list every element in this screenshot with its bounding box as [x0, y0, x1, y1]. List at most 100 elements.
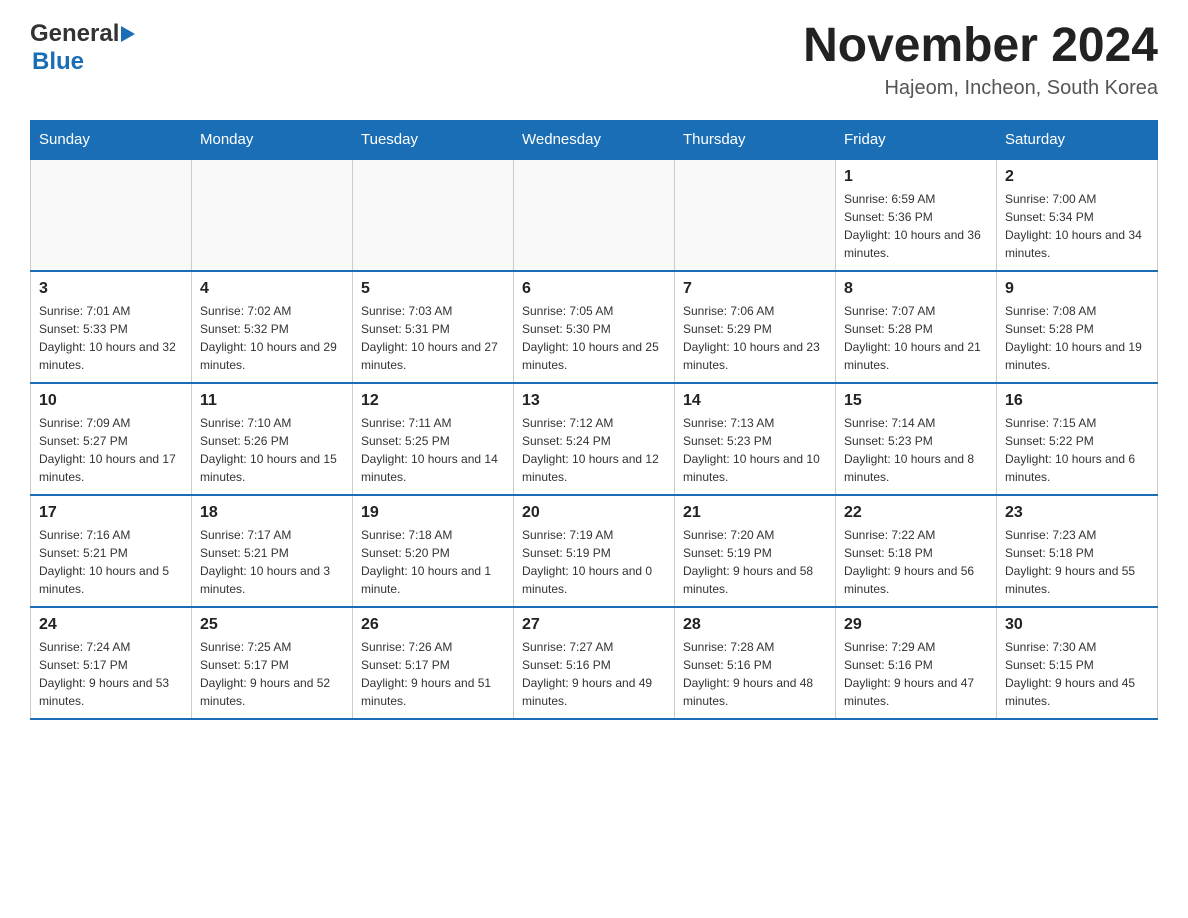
page-header: General Blue November 2024 Hajeom, Inche… [30, 20, 1158, 100]
day-number: 11 [200, 392, 344, 410]
calendar-day-header: Saturday [997, 120, 1158, 159]
calendar-day-header: Sunday [31, 120, 192, 159]
day-number: 24 [39, 616, 183, 634]
calendar-day-cell: 12Sunrise: 7:11 AMSunset: 5:25 PMDayligh… [353, 383, 514, 495]
day-info: Sunrise: 7:30 AMSunset: 5:15 PMDaylight:… [1005, 638, 1149, 710]
calendar-day-cell: 19 Sunrise: 7:18 AMSunset: 5:20 PMDayligh… [353, 495, 514, 607]
calendar-day-cell: 14Sunrise: 7:13 AMSunset: 5:23 PMDayligh… [675, 383, 836, 495]
day-number: 19 [361, 504, 505, 522]
day-number: 27 [522, 616, 666, 634]
day-info: Sunrise: 6:59 AMSunset: 5:36 PMDaylight:… [844, 190, 988, 262]
calendar-day-cell: 10 Sunrise: 7:09 AMSunset: 5:27 PMDayligh… [31, 383, 192, 495]
calendar-day-cell: 2 Sunrise: 7:00 AMSunset: 5:34 PMDaylight… [997, 159, 1158, 271]
calendar-day-cell: 6 Sunrise: 7:05 AMSunset: 5:30 PMDaylight… [514, 271, 675, 383]
day-number: 25 [200, 616, 344, 634]
calendar-day-cell: 25 Sunrise: 7:25 AMSunset: 5:17 PMDayligh… [192, 607, 353, 719]
day-number: 18 [200, 504, 344, 522]
day-info: Sunrise: 7:27 AMSunset: 5:16 PMDaylight:… [522, 638, 666, 710]
day-info: Sunrise: 7:22 AMSunset: 5:18 PMDaylight:… [844, 526, 988, 598]
day-info: Sunrise: 7:18 AMSunset: 5:20 PMDaylight:… [361, 526, 505, 598]
calendar-day-cell [675, 159, 836, 271]
day-info: Sunrise: 7:08 AMSunset: 5:28 PMDaylight:… [1005, 302, 1149, 374]
calendar-week-row: 3 Sunrise: 7:01 AMSunset: 5:33 PMDaylight… [31, 271, 1158, 383]
calendar-day-cell: 27 Sunrise: 7:27 AMSunset: 5:16 PMDayligh… [514, 607, 675, 719]
day-info: Sunrise: 7:01 AMSunset: 5:33 PMDaylight:… [39, 302, 183, 374]
day-number: 26 [361, 616, 505, 634]
day-info: Sunrise: 7:26 AMSunset: 5:17 PMDaylight:… [361, 638, 505, 710]
calendar-day-header: Monday [192, 120, 353, 159]
day-number: 10 [39, 392, 183, 410]
calendar-day-cell: 22 Sunrise: 7:22 AMSunset: 5:18 PMDayligh… [836, 495, 997, 607]
day-number: 2 [1005, 168, 1149, 186]
day-info: Sunrise: 7:29 AMSunset: 5:16 PMDaylight:… [844, 638, 988, 710]
calendar-day-cell: 13 Sunrise: 7:12 AMSunset: 5:24 PMDayligh… [514, 383, 675, 495]
day-info: Sunrise: 7:06 AMSunset: 5:29 PMDaylight:… [683, 302, 827, 374]
day-number: 7 [683, 280, 827, 298]
day-info: Sunrise: 7:00 AMSunset: 5:34 PMDaylight:… [1005, 190, 1149, 262]
day-number: 14 [683, 392, 827, 410]
calendar-day-cell: 24 Sunrise: 7:24 AMSunset: 5:17 PMDayligh… [31, 607, 192, 719]
location-text: Hajeom, Incheon, South Korea [803, 77, 1158, 100]
calendar-day-cell: 7 Sunrise: 7:06 AMSunset: 5:29 PMDaylight… [675, 271, 836, 383]
day-number: 9 [1005, 280, 1149, 298]
day-info: Sunrise: 7:14 AMSunset: 5:23 PMDaylight:… [844, 414, 988, 486]
calendar-day-header: Wednesday [514, 120, 675, 159]
calendar-day-cell: 21 Sunrise: 7:20 AMSunset: 5:19 PMDayligh… [675, 495, 836, 607]
day-number: 22 [844, 504, 988, 522]
calendar-day-cell: 30 Sunrise: 7:30 AMSunset: 5:15 PMDayligh… [997, 607, 1158, 719]
day-number: 17 [39, 504, 183, 522]
logo-blue-text: Blue [32, 48, 84, 75]
day-info: Sunrise: 7:15 AMSunset: 5:22 PMDaylight:… [1005, 414, 1149, 486]
day-info: Sunrise: 7:05 AMSunset: 5:30 PMDaylight:… [522, 302, 666, 374]
day-number: 1 [844, 168, 988, 186]
day-number: 6 [522, 280, 666, 298]
calendar-day-cell: 17Sunrise: 7:16 AMSunset: 5:21 PMDayligh… [31, 495, 192, 607]
day-number: 29 [844, 616, 988, 634]
day-info: Sunrise: 7:24 AMSunset: 5:17 PMDaylight:… [39, 638, 183, 710]
calendar-day-cell: 4 Sunrise: 7:02 AMSunset: 5:32 PMDaylight… [192, 271, 353, 383]
day-info: Sunrise: 7:07 AMSunset: 5:28 PMDaylight:… [844, 302, 988, 374]
calendar-table: SundayMondayTuesdayWednesdayThursdayFrid… [30, 120, 1158, 720]
calendar-day-cell [353, 159, 514, 271]
calendar-day-cell: 9 Sunrise: 7:08 AMSunset: 5:28 PMDaylight… [997, 271, 1158, 383]
calendar-day-cell: 26 Sunrise: 7:26 AMSunset: 5:17 PMDayligh… [353, 607, 514, 719]
calendar-day-cell: 5Sunrise: 7:03 AMSunset: 5:31 PMDaylight… [353, 271, 514, 383]
day-info: Sunrise: 7:02 AMSunset: 5:32 PMDaylight:… [200, 302, 344, 374]
day-info: Sunrise: 7:12 AMSunset: 5:24 PMDaylight:… [522, 414, 666, 486]
day-info: Sunrise: 7:20 AMSunset: 5:19 PMDaylight:… [683, 526, 827, 598]
logo-general-text: General [30, 20, 119, 48]
day-number: 13 [522, 392, 666, 410]
day-info: Sunrise: 7:10 AMSunset: 5:26 PMDaylight:… [200, 414, 344, 486]
day-number: 28 [683, 616, 827, 634]
day-number: 30 [1005, 616, 1149, 634]
day-number: 4 [200, 280, 344, 298]
calendar-week-row: 24 Sunrise: 7:24 AMSunset: 5:17 PMDayligh… [31, 607, 1158, 719]
day-info: Sunrise: 7:09 AMSunset: 5:27 PMDaylight:… [39, 414, 183, 486]
day-info: Sunrise: 7:11 AMSunset: 5:25 PMDaylight:… [361, 414, 505, 486]
calendar-week-row: 1 Sunrise: 6:59 AMSunset: 5:36 PMDaylight… [31, 159, 1158, 271]
calendar-day-cell: 29 Sunrise: 7:29 AMSunset: 5:16 PMDayligh… [836, 607, 997, 719]
day-info: Sunrise: 7:19 AMSunset: 5:19 PMDaylight:… [522, 526, 666, 598]
logo-arrow-icon [121, 26, 135, 42]
calendar-day-cell: 1 Sunrise: 6:59 AMSunset: 5:36 PMDaylight… [836, 159, 997, 271]
month-title: November 2024 [803, 20, 1158, 73]
day-number: 3 [39, 280, 183, 298]
day-info: Sunrise: 7:23 AMSunset: 5:18 PMDaylight:… [1005, 526, 1149, 598]
day-info: Sunrise: 7:25 AMSunset: 5:17 PMDaylight:… [200, 638, 344, 710]
calendar-day-cell [192, 159, 353, 271]
day-info: Sunrise: 7:17 AMSunset: 5:21 PMDaylight:… [200, 526, 344, 598]
day-info: Sunrise: 7:28 AMSunset: 5:16 PMDaylight:… [683, 638, 827, 710]
calendar-header-row: SundayMondayTuesdayWednesdayThursdayFrid… [31, 120, 1158, 159]
calendar-day-header: Thursday [675, 120, 836, 159]
logo: General Blue [30, 20, 135, 76]
title-section: November 2024 Hajeom, Incheon, South Kor… [803, 20, 1158, 100]
day-number: 16 [1005, 392, 1149, 410]
day-number: 15 [844, 392, 988, 410]
calendar-day-cell: 11 Sunrise: 7:10 AMSunset: 5:26 PMDayligh… [192, 383, 353, 495]
calendar-day-header: Friday [836, 120, 997, 159]
day-number: 23 [1005, 504, 1149, 522]
calendar-day-cell: 28 Sunrise: 7:28 AMSunset: 5:16 PMDayligh… [675, 607, 836, 719]
calendar-day-cell: 16 Sunrise: 7:15 AMSunset: 5:22 PMDayligh… [997, 383, 1158, 495]
day-number: 21 [683, 504, 827, 522]
calendar-day-cell: 18 Sunrise: 7:17 AMSunset: 5:21 PMDayligh… [192, 495, 353, 607]
